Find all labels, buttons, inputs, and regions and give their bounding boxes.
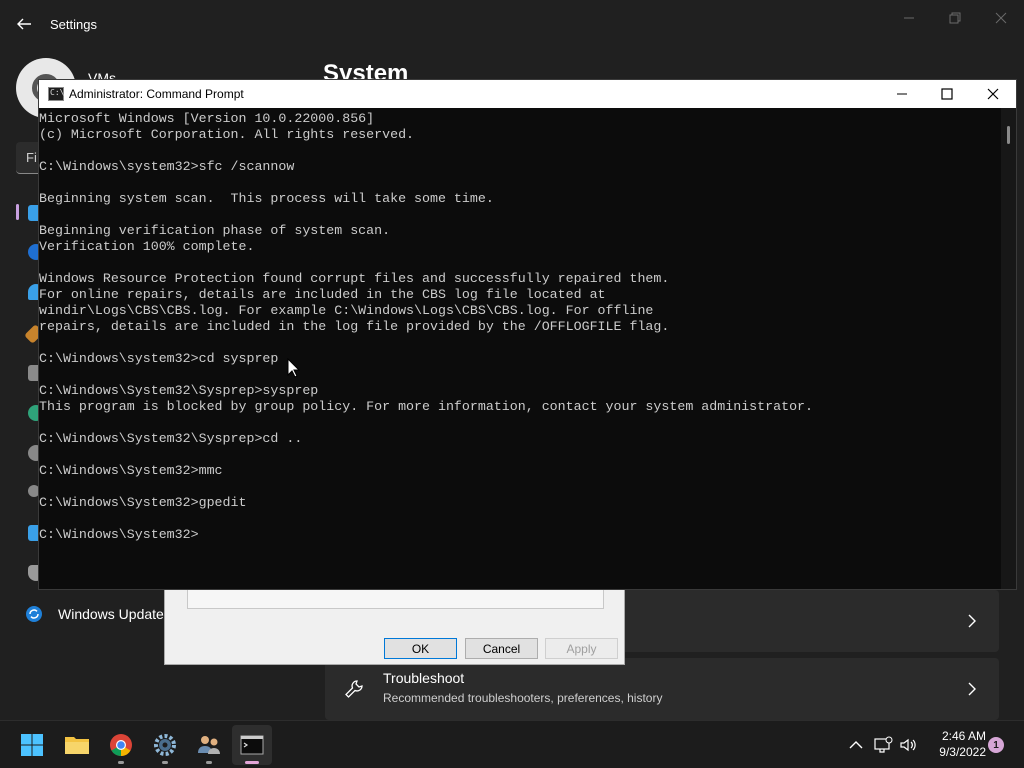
console-line: This program is blocked by group policy.… — [39, 399, 814, 414]
clock-time: 2:46 AM — [941, 729, 986, 743]
running-indicator — [162, 761, 168, 764]
scrollbar-thumb[interactable] — [1007, 126, 1010, 144]
chrome-icon — [110, 734, 132, 756]
settings-row-troubleshoot[interactable]: Troubleshoot Recommended troubleshooters… — [325, 658, 999, 720]
settings-titlebar: Settings — [0, 0, 1024, 48]
mouse-cursor-icon — [287, 358, 300, 378]
system-properties-dialog: OK Cancel Apply — [164, 588, 625, 665]
console-line: C:\Windows\system32>sfc /scannow — [39, 159, 295, 174]
running-indicator — [206, 761, 212, 764]
terminal-icon[interactable]: C:\ — [48, 87, 64, 101]
search-placeholder: Fi — [26, 150, 37, 165]
cmd-minimize-button[interactable] — [879, 80, 925, 108]
console-line: C:\Windows\System32>mmc — [39, 463, 223, 478]
terminal-icon — [240, 735, 264, 755]
console-line: repairs, details are included in the log… — [39, 319, 670, 334]
taskbar-file-explorer[interactable] — [57, 725, 97, 765]
settings-minimize-button[interactable] — [886, 4, 932, 32]
chevron-right-icon — [968, 682, 976, 696]
minimize-icon — [897, 93, 907, 95]
folder-icon — [65, 737, 89, 754]
maximize-icon — [941, 88, 953, 100]
apply-button[interactable]: Apply — [545, 638, 618, 659]
nav-selection-indicator — [16, 204, 19, 220]
settings-window-title: Settings — [50, 17, 97, 32]
restore-icon — [949, 12, 961, 24]
wrench-icon — [345, 680, 363, 698]
command-prompt-window: C:\ Administrator: Command Prompt Micros… — [38, 79, 1017, 590]
running-indicator — [118, 761, 124, 764]
console-line: Microsoft Windows [Version 10.0.22000.85… — [39, 111, 375, 126]
console-line: C:\Windows\system32>cd sysprep — [39, 351, 279, 366]
ok-button[interactable]: OK — [384, 638, 457, 659]
sidebar-item-windows-update[interactable]: Windows Update — [24, 600, 164, 628]
taskbar: 2:46 AM 9/3/2022 1 — [0, 720, 1024, 768]
chevron-right-icon — [968, 614, 976, 628]
clock-date: 9/3/2022 — [939, 745, 986, 759]
gear-icon — [154, 734, 176, 756]
users-icon — [198, 736, 220, 754]
windows-update-icon — [26, 606, 42, 622]
windows-logo-icon — [21, 734, 43, 756]
console-line: C:\Windows\System32\Sysprep>sysprep — [39, 383, 319, 398]
close-icon — [995, 12, 1007, 24]
cmd-maximize-button[interactable] — [924, 80, 970, 108]
active-indicator — [245, 761, 259, 764]
cmd-scrollbar[interactable] — [1001, 108, 1016, 589]
cmd-window-title: Administrator: Command Prompt — [69, 87, 244, 101]
console-line: Verification 100% complete. — [39, 239, 255, 254]
sidebar-item-label: Windows Update — [58, 606, 164, 622]
console-line: C:\Windows\System32>gpedit — [39, 495, 247, 510]
console-line: C:\Windows\System32\Sysprep>cd .. — [39, 431, 303, 446]
minimize-icon — [904, 17, 914, 19]
troubleshoot-title: Troubleshoot — [383, 670, 465, 686]
back-button[interactable] — [12, 12, 36, 36]
console-line: Beginning system scan. This process will… — [39, 191, 494, 206]
notification-badge[interactable]: 1 — [988, 737, 1004, 753]
console-output[interactable]: Microsoft Windows [Version 10.0.22000.85… — [39, 111, 1001, 589]
console-line: Windows Resource Protection found corrup… — [39, 271, 670, 286]
console-line: For online repairs, details are included… — [39, 287, 606, 302]
settings-close-button[interactable] — [978, 4, 1024, 32]
troubleshoot-subtitle: Recommended troubleshooters, preferences… — [383, 691, 663, 705]
console-line: Beginning verification phase of system s… — [39, 223, 391, 238]
taskbar-settings[interactable] — [145, 725, 185, 765]
cancel-button[interactable]: Cancel — [465, 638, 538, 659]
start-button[interactable] — [12, 725, 52, 765]
volume-icon[interactable] — [898, 735, 918, 755]
settings-restore-button[interactable] — [932, 4, 978, 32]
console-line: C:\Windows\System32> — [39, 527, 199, 542]
network-icon[interactable] — [873, 735, 893, 755]
taskbar-chrome[interactable] — [101, 725, 141, 765]
dialog-text-field[interactable] — [187, 589, 604, 609]
taskbar-command-prompt[interactable] — [232, 725, 272, 765]
close-icon — [987, 88, 999, 100]
cmd-titlebar[interactable]: C:\ Administrator: Command Prompt — [39, 80, 1016, 108]
chevron-up-icon[interactable] — [846, 735, 866, 755]
arrow-left-icon — [17, 18, 31, 30]
console-line: (c) Microsoft Corporation. All rights re… — [39, 127, 415, 142]
cmd-close-button[interactable] — [970, 80, 1016, 108]
taskbar-clock[interactable]: 2:46 AM 9/3/2022 — [928, 728, 986, 760]
taskbar-users[interactable] — [189, 725, 229, 765]
console-line: windir\Logs\CBS\CBS.log. For example C:\… — [39, 303, 654, 318]
